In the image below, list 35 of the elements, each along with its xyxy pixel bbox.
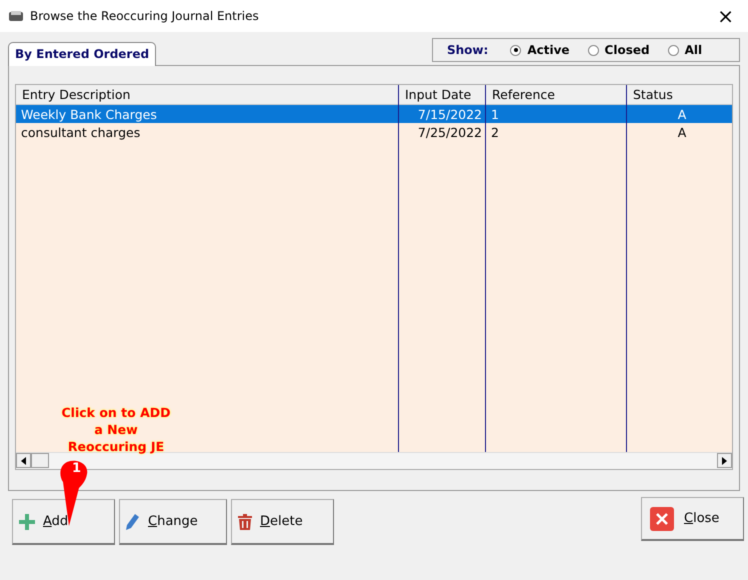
tab[interactable]: By Entered Ordered [8,42,156,66]
radio-button[interactable] [668,44,679,56]
table-cell-text: consultant charges [20,124,142,141]
table-cell: A [627,105,732,123]
column-header[interactable]: Entry Description [16,85,398,105]
scroll-right-icon[interactable] [717,453,732,468]
delete-button[interactable]: Delete [231,499,334,545]
radio-button[interactable] [588,44,599,56]
table-cell: 7/15/2022 [399,105,485,123]
column-header[interactable]: Status [627,85,732,105]
table-cell: 1 [486,105,626,123]
change-button[interactable]: Change [119,499,227,545]
pencil-icon [126,514,140,530]
plus-icon [19,514,35,530]
table-cell: Weekly Bank Charges [16,105,398,123]
table-cell-text: 7/25/2022 [416,124,483,141]
callout-text: Click on to ADD a New Reoccuring JE [60,404,172,455]
window-title: Browse the Reoccuring Journal Entries [30,9,260,23]
radio-label[interactable]: All [684,43,702,57]
close-window-button[interactable]: × [717,4,740,28]
table-cell-text: 2 [490,124,500,141]
column-header[interactable]: Input Date [399,85,485,105]
radio-label[interactable]: Closed [604,43,650,57]
scroll-thumb[interactable] [31,453,49,468]
add-button[interactable]: Add [12,499,115,545]
radio-button[interactable] [510,44,522,56]
app-icon [8,10,24,22]
scroll-left-icon[interactable] [16,453,31,468]
close-button[interactable]: Close [641,497,744,541]
trash-icon [238,514,252,530]
table-cell-text: A [676,124,688,141]
radio-label[interactable]: Active [527,43,570,57]
column-header[interactable]: Reference [486,85,626,105]
show-label: Show: [447,43,488,57]
close-icon [650,506,674,530]
